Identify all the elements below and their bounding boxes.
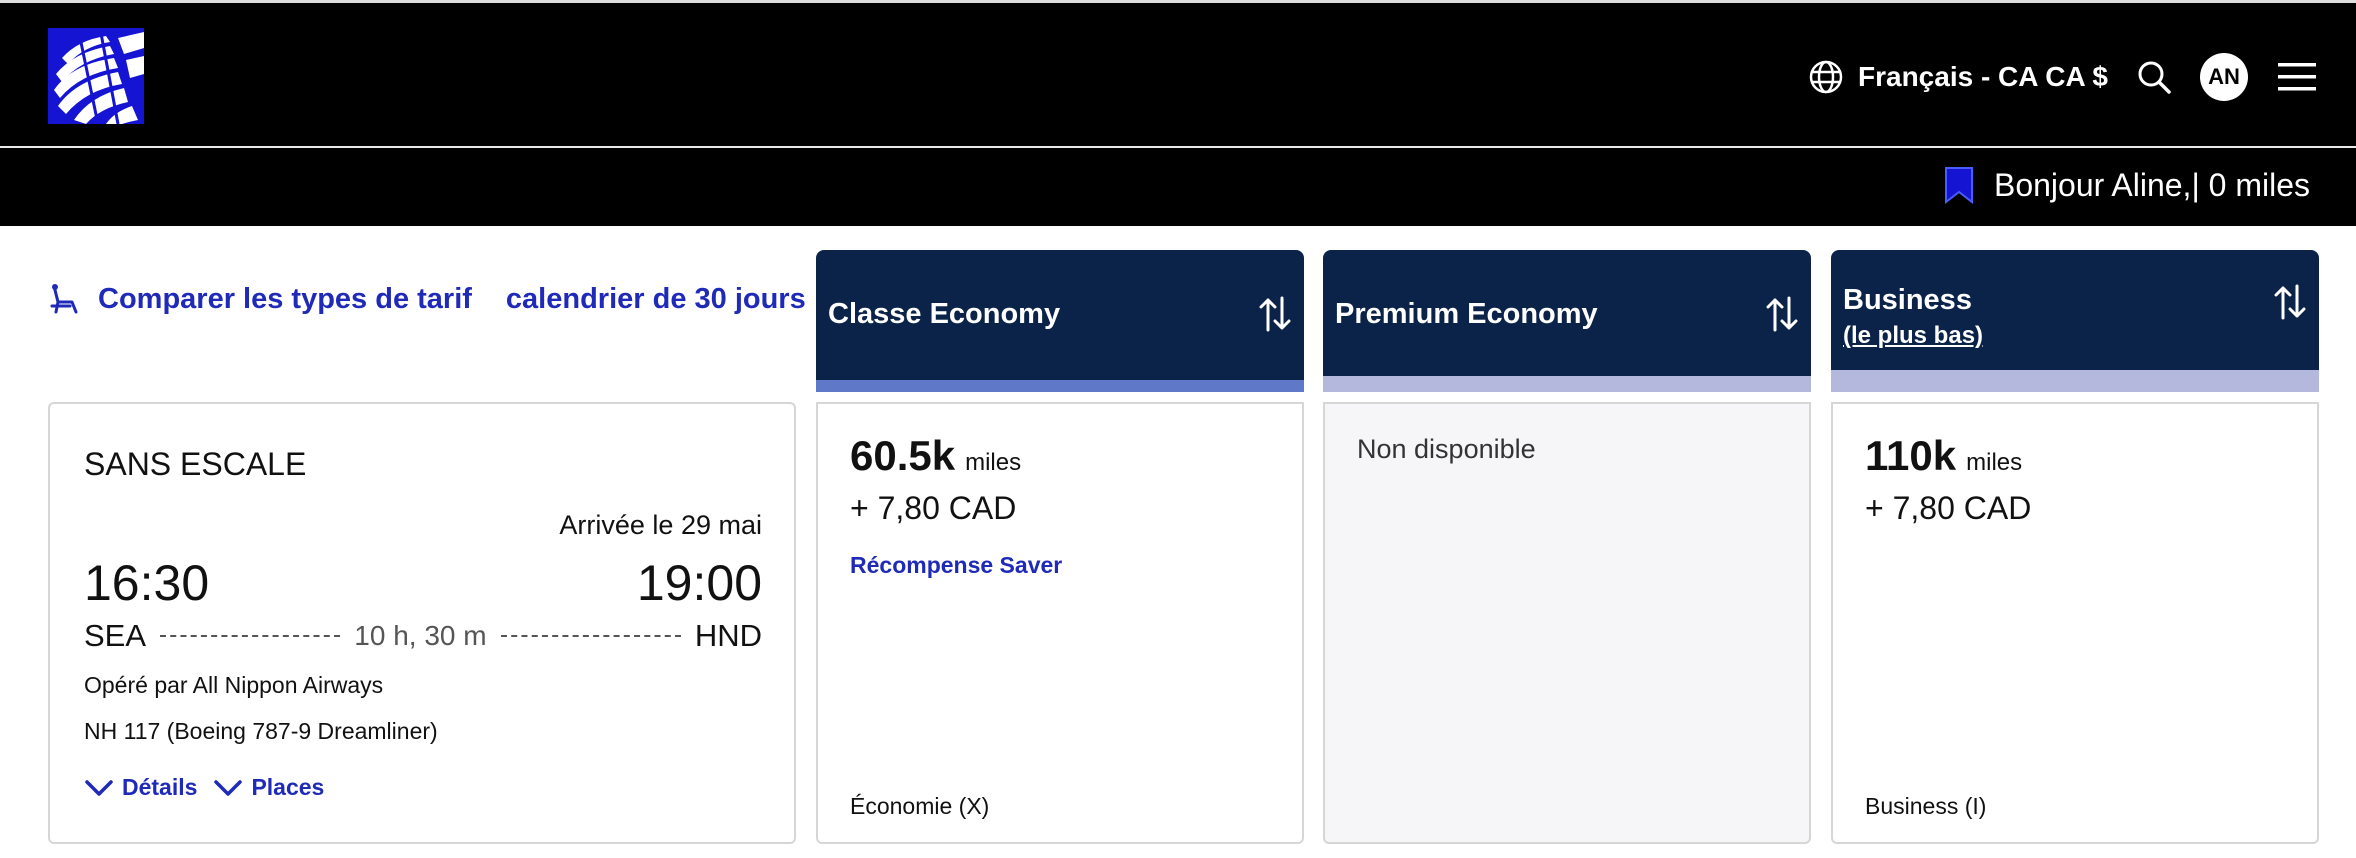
language-label: Français - CA CA $: [1858, 61, 2108, 92]
aircraft-info: NH 117 (Boeing 787-9 Dreamliner): [84, 718, 438, 744]
compare-fare-types-link[interactable]: Comparer les types de tarif: [48, 282, 472, 316]
fare-cell-premium-economy: Non disponible: [1323, 402, 1811, 844]
fare-taxes: + 7,80 CAD: [1865, 490, 2032, 526]
bookmark-icon: [1944, 167, 1973, 204]
avatar[interactable]: AN: [2200, 53, 2248, 101]
operated-by: Opéré par All Nippon Airways: [84, 672, 384, 698]
column-title-premium-economy: Premium Economy: [1335, 298, 1598, 330]
column-accent-band: [1831, 370, 2319, 392]
destination-airport: HND: [694, 618, 763, 653]
departure-time: 16:30: [84, 555, 210, 611]
united-logo-icon[interactable]: [48, 28, 144, 124]
fare-cell-economy[interactable]: 60.5k miles + 7,80 CAD Récompense Saver …: [816, 402, 1304, 844]
hamburger-menu-icon[interactable]: [2278, 61, 2316, 93]
fare-class: Économie (X): [850, 793, 990, 819]
fare-cell-business[interactable]: 110k miles + 7,80 CAD Business (I): [1831, 402, 2319, 844]
chevron-down-icon: [214, 779, 243, 796]
calendar-30-days-label: calendrier de 30 jours: [505, 282, 806, 315]
unavailable-label: Non disponible: [1357, 434, 1536, 464]
fare-miles-unit: miles: [965, 449, 1022, 476]
details-label: Détails: [122, 774, 198, 800]
column-title-economy: Classe Economy: [828, 298, 1061, 330]
route-line: SEA 10 h, 30 m HND: [84, 616, 762, 656]
arrival-time: 19:00: [636, 555, 762, 611]
column-header-economy[interactable]: Classe Economy: [816, 250, 1304, 392]
search-icon[interactable]: [2136, 59, 2172, 95]
saver-award-label: Récompense Saver: [850, 552, 1063, 578]
seats-label: Places: [251, 774, 325, 800]
fare-miles: 60.5k: [850, 432, 956, 479]
column-title-business: Business: [1843, 284, 1972, 316]
column-header-premium-economy[interactable]: Premium Economy: [1323, 250, 1811, 392]
column-header-business[interactable]: Business (le plus bas): [1831, 250, 2319, 392]
column-subtitle-lowest[interactable]: (le plus bas): [1843, 322, 1983, 350]
fare-taxes: + 7,80 CAD: [850, 490, 1017, 526]
flight-card-links: Détails Places: [84, 774, 340, 801]
language-selector[interactable]: Français - CA CA $: [1808, 59, 2108, 95]
column-accent-band: [816, 380, 1304, 392]
column-accent-band: [1323, 376, 1811, 392]
fare-class: Business (I): [1865, 793, 1987, 819]
arrival-date: Arrivée le 29 mai: [559, 510, 762, 540]
route-dash: [160, 635, 341, 637]
seats-toggle[interactable]: Places: [213, 774, 324, 801]
results-toolbar: Comparer les types de tarif calendrier d…: [48, 282, 884, 316]
sort-icon[interactable]: [2273, 284, 2307, 325]
sort-icon[interactable]: [1258, 296, 1292, 337]
header-actions: Français - CA CA $ AN: [1808, 51, 2316, 103]
details-toggle[interactable]: Détails: [84, 774, 197, 801]
origin-airport: SEA: [84, 618, 147, 653]
fare-amount: 110k miles: [1865, 432, 2022, 480]
account-greeting[interactable]: Bonjour Aline,| 0 miles: [1944, 166, 2310, 204]
sort-icon[interactable]: [1765, 296, 1799, 337]
fare-miles: 110k: [1865, 432, 1957, 479]
account-bar: Bonjour Aline,| 0 miles: [0, 148, 2356, 226]
flight-duration: 10 h, 30 m: [354, 620, 487, 651]
chevron-down-icon: [85, 779, 113, 796]
globe-icon: [1809, 60, 1843, 94]
greeting-text: Bonjour Aline,| 0 miles: [1993, 166, 2310, 203]
fare-amount: 60.5k miles: [850, 432, 1021, 480]
top-header: Français - CA CA $ AN: [0, 0, 2356, 146]
seat-icon: [50, 284, 78, 314]
flight-card: SANS ESCALE Arrivée le 29 mai 16:30 19:0…: [48, 402, 796, 844]
route-dash: [500, 635, 681, 637]
fare-miles-unit: miles: [1966, 449, 2023, 476]
stops-label: SANS ESCALE: [84, 446, 307, 482]
compare-fare-types-label: Comparer les types de tarif: [98, 282, 472, 315]
calendar-30-days-link[interactable]: calendrier de 30 jours: [506, 283, 850, 316]
